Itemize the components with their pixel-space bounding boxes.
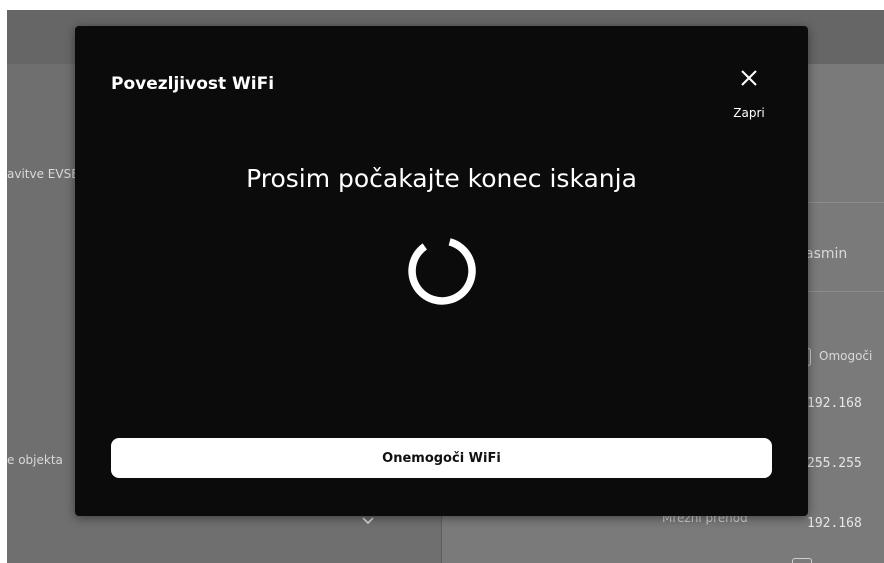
loading-spinner-icon (408, 238, 476, 305)
dialog-title: Povezljivost WiFi (111, 74, 275, 94)
chevron-down-icon (362, 517, 374, 525)
wait-message: Prosim počakajte konec iskanja (246, 164, 637, 193)
close-button[interactable]: Zapri (727, 66, 771, 122)
bg-left-label-2: e objekta (7, 453, 63, 467)
bg-ip-value-1: 192.168 (807, 396, 862, 411)
bg-left-label-1: avitve EVSE (7, 167, 79, 181)
bg-ip-value-2: 255.255 (807, 456, 862, 471)
bg-control-fragment (792, 558, 812, 563)
close-label: Zapri (733, 106, 765, 120)
disable-wifi-button[interactable]: Onemogoči WiFi (111, 438, 772, 478)
bg-checkbox-label: Omogoči (819, 349, 873, 363)
bg-ip-value-3: 192.168 (807, 516, 862, 531)
bg-right-name: asmin (805, 246, 848, 262)
wifi-connectivity-dialog: Povezljivost WiFi Zapri Prosim počakajte… (75, 26, 808, 516)
close-icon (741, 70, 757, 86)
